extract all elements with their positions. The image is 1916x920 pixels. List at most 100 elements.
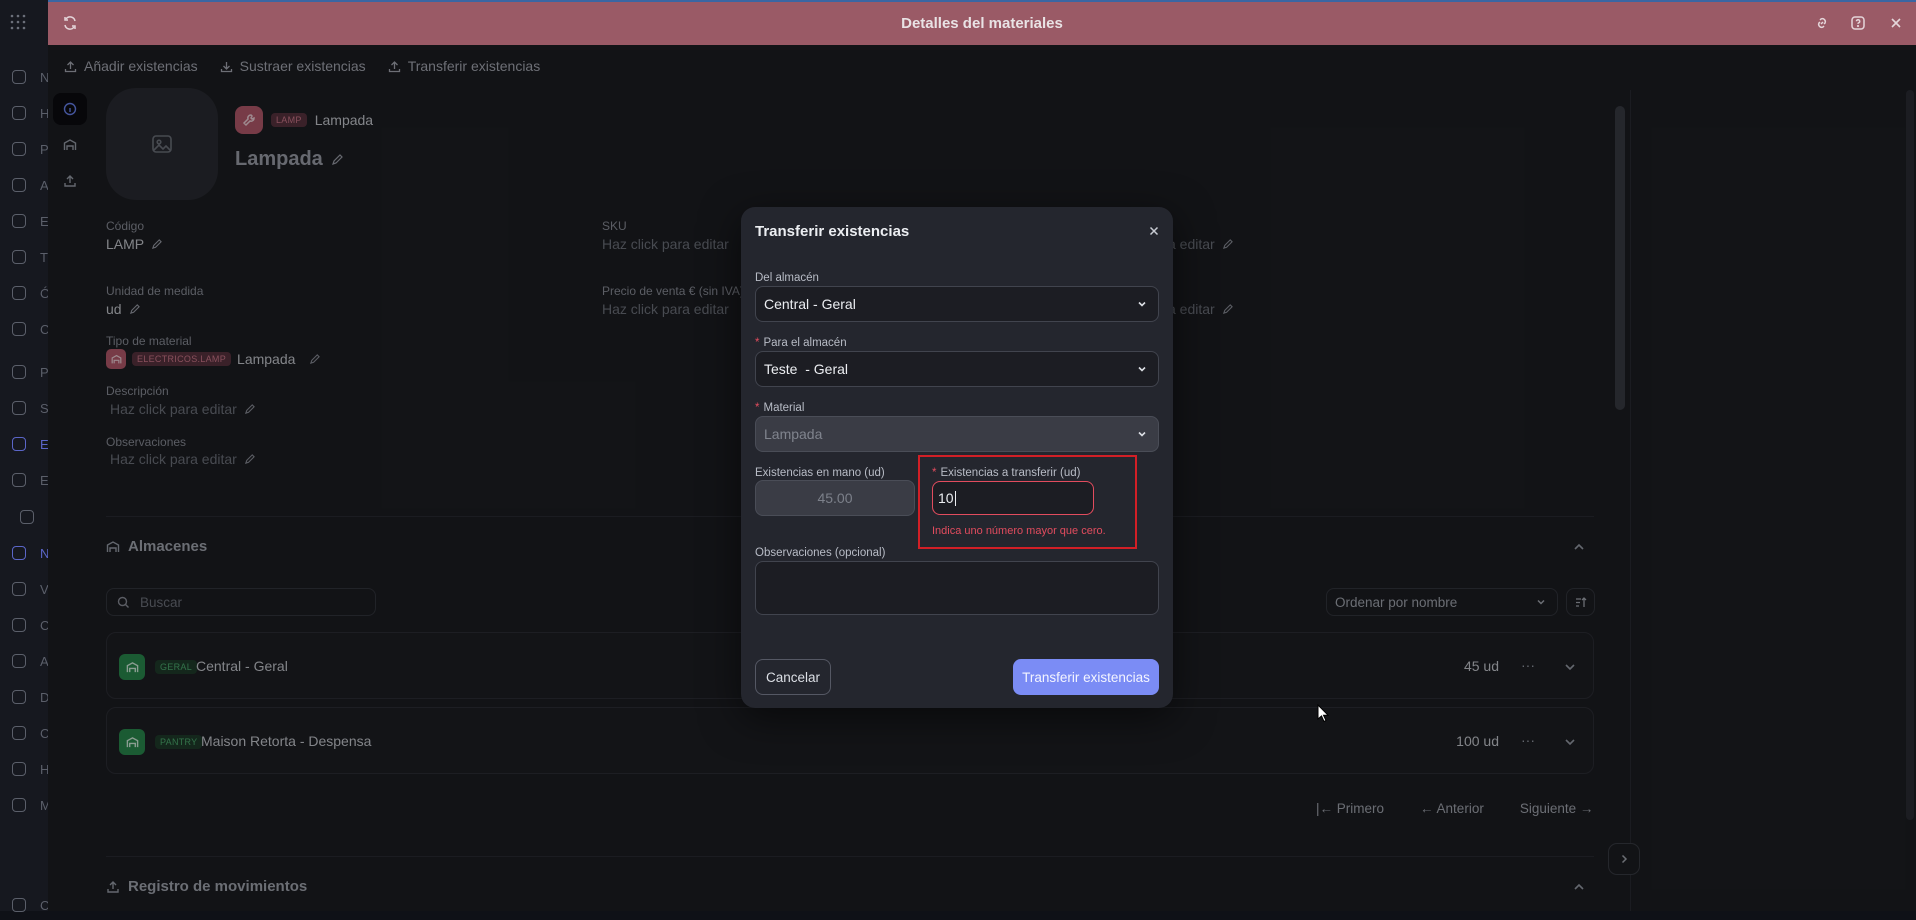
- app-rail: Ne Hi Pa Ac Ec Tr Ó Ca Pl Sc Ex Ex AN Ve Co Ar Do Co He M Co: [0, 0, 48, 913]
- tag-icon: [12, 582, 26, 596]
- cart-icon: [12, 618, 26, 632]
- rail-item-label: Ne: [40, 69, 48, 85]
- rail-item-label: Ec: [40, 213, 48, 229]
- rail-item[interactable]: N: [0, 538, 48, 568]
- from-warehouse-value: Central - Geral: [764, 296, 856, 312]
- rail-item[interactable]: Ex: [0, 429, 48, 459]
- material-select: Lampada: [755, 416, 1159, 452]
- rail-item-label: Ex: [40, 472, 48, 488]
- rail-item[interactable]: Ne: [0, 62, 48, 92]
- rail-item-label: Pa: [40, 141, 48, 157]
- link-icon[interactable]: [1814, 15, 1832, 33]
- chevron-down-icon: [1138, 366, 1146, 372]
- globe-icon: [12, 70, 26, 84]
- window-title: Detalles del materiales: [901, 15, 1063, 32]
- rail-item[interactable]: Ac: [0, 170, 48, 200]
- dashboard-icon: [12, 142, 26, 156]
- rail-item[interactable]: Ec: [0, 206, 48, 236]
- chart-icon: [12, 654, 26, 668]
- rail-item[interactable]: Hi: [0, 98, 48, 128]
- close-icon[interactable]: [1888, 15, 1906, 33]
- clipboard-icon: [12, 286, 26, 300]
- rail-item[interactable]: Ex: [0, 465, 48, 495]
- material-value: Lampada: [764, 426, 823, 442]
- lightning-icon: [12, 726, 26, 740]
- gear-icon: [12, 898, 26, 912]
- on-hand-value: 45.00: [817, 490, 853, 506]
- rail-item[interactable]: Do: [0, 682, 48, 712]
- rail-item-label: Ve: [40, 581, 48, 597]
- chevron-down-icon: [1138, 431, 1146, 437]
- rail-item-label: Ar: [40, 653, 48, 669]
- rail-item-label: M: [40, 797, 48, 813]
- map-pin-icon: [12, 798, 26, 812]
- rail-item-label: Co: [40, 725, 48, 741]
- rail-item[interactable]: M: [0, 790, 48, 820]
- dialog-title: Transferir existencias: [755, 223, 910, 240]
- rail-item[interactable]: Ar: [0, 646, 48, 676]
- rail-item-label: Sc: [40, 400, 48, 416]
- rail-item-label: Co: [40, 897, 48, 913]
- rail-item-label: Hi: [40, 105, 48, 121]
- material-label: * Material: [755, 402, 805, 414]
- rail-item-label: Tr: [40, 249, 48, 265]
- rail-item-label: Ex: [40, 436, 48, 452]
- store-icon: [12, 214, 26, 228]
- wrench-icon: [12, 546, 26, 560]
- chevron-down-icon: [1138, 301, 1146, 307]
- to-warehouse-select[interactable]: Teste - Geral: [755, 351, 1159, 387]
- rail-item[interactable]: Ve: [0, 574, 48, 604]
- history-icon: [12, 106, 26, 120]
- rail-item-label: He: [40, 761, 48, 777]
- observations-label: Observaciones (opcional): [755, 547, 886, 559]
- calendar-icon: [12, 365, 26, 379]
- on-hand-label: Existencias en mano (ud): [755, 467, 885, 479]
- from-warehouse-label: Del almacén: [755, 272, 819, 284]
- calendar-icon: [12, 322, 26, 336]
- error-message: Indica uno número mayor que cero.: [932, 525, 1106, 537]
- layers-icon: [12, 401, 26, 415]
- rail-item[interactable]: Co: [0, 610, 48, 640]
- transfer-stock-dialog: Transferir existencias Del almacén Centr…: [741, 207, 1173, 708]
- rail-item[interactable]: Ó: [0, 278, 48, 308]
- rail-item-label: Ca: [40, 321, 48, 337]
- rail-item[interactable]: Pl: [0, 357, 48, 387]
- apps-grid-icon[interactable]: [10, 14, 26, 30]
- window-titlebar: Detalles del materiales: [48, 0, 1916, 45]
- transfer-quantity-label: * Existencias a transferir (ud): [932, 467, 1081, 479]
- on-hand-field: 45.00: [755, 480, 915, 516]
- rail-item-label: Co: [40, 617, 48, 633]
- transfer-quantity-input[interactable]: 10: [932, 481, 1094, 515]
- refresh-icon[interactable]: [62, 15, 80, 33]
- calendar-icon: [12, 250, 26, 264]
- transfer-quantity-value: 10: [938, 490, 954, 506]
- rail-item-label: Ac: [40, 177, 48, 193]
- help-icon[interactable]: [1850, 15, 1868, 33]
- activity-icon: [12, 178, 26, 192]
- warehouse-icon: [20, 510, 34, 524]
- users-icon: [12, 437, 26, 451]
- rail-item[interactable]: Co: [0, 718, 48, 748]
- rail-item-label: Ó: [40, 285, 48, 301]
- rail-item[interactable]: A: [0, 502, 48, 532]
- to-warehouse-label: * Para el almacén: [755, 337, 847, 349]
- cancel-button[interactable]: Cancelar: [755, 659, 831, 695]
- from-warehouse-select[interactable]: Central - Geral: [755, 286, 1159, 322]
- observations-textarea[interactable]: [755, 561, 1159, 615]
- document-icon: [12, 690, 26, 704]
- submit-transfer-button[interactable]: Transferir existencias: [1013, 659, 1159, 695]
- rail-item-label: Do: [40, 689, 48, 705]
- rail-item[interactable]: Pa: [0, 134, 48, 164]
- rail-item[interactable]: Sc: [0, 393, 48, 423]
- rail-item[interactable]: Tr: [0, 242, 48, 272]
- rail-item[interactable]: He: [0, 754, 48, 784]
- mouse-cursor: [1317, 704, 1329, 722]
- rail-item-label: Pl: [40, 364, 48, 380]
- rail-item[interactable]: Ca: [0, 314, 48, 344]
- close-icon[interactable]: [1148, 225, 1160, 237]
- wrench-icon: [12, 762, 26, 776]
- rail-item-label: N: [40, 545, 48, 561]
- to-warehouse-value: Teste - Geral: [764, 361, 849, 377]
- rail-item[interactable]: Co: [0, 890, 48, 920]
- users-icon: [12, 473, 26, 487]
